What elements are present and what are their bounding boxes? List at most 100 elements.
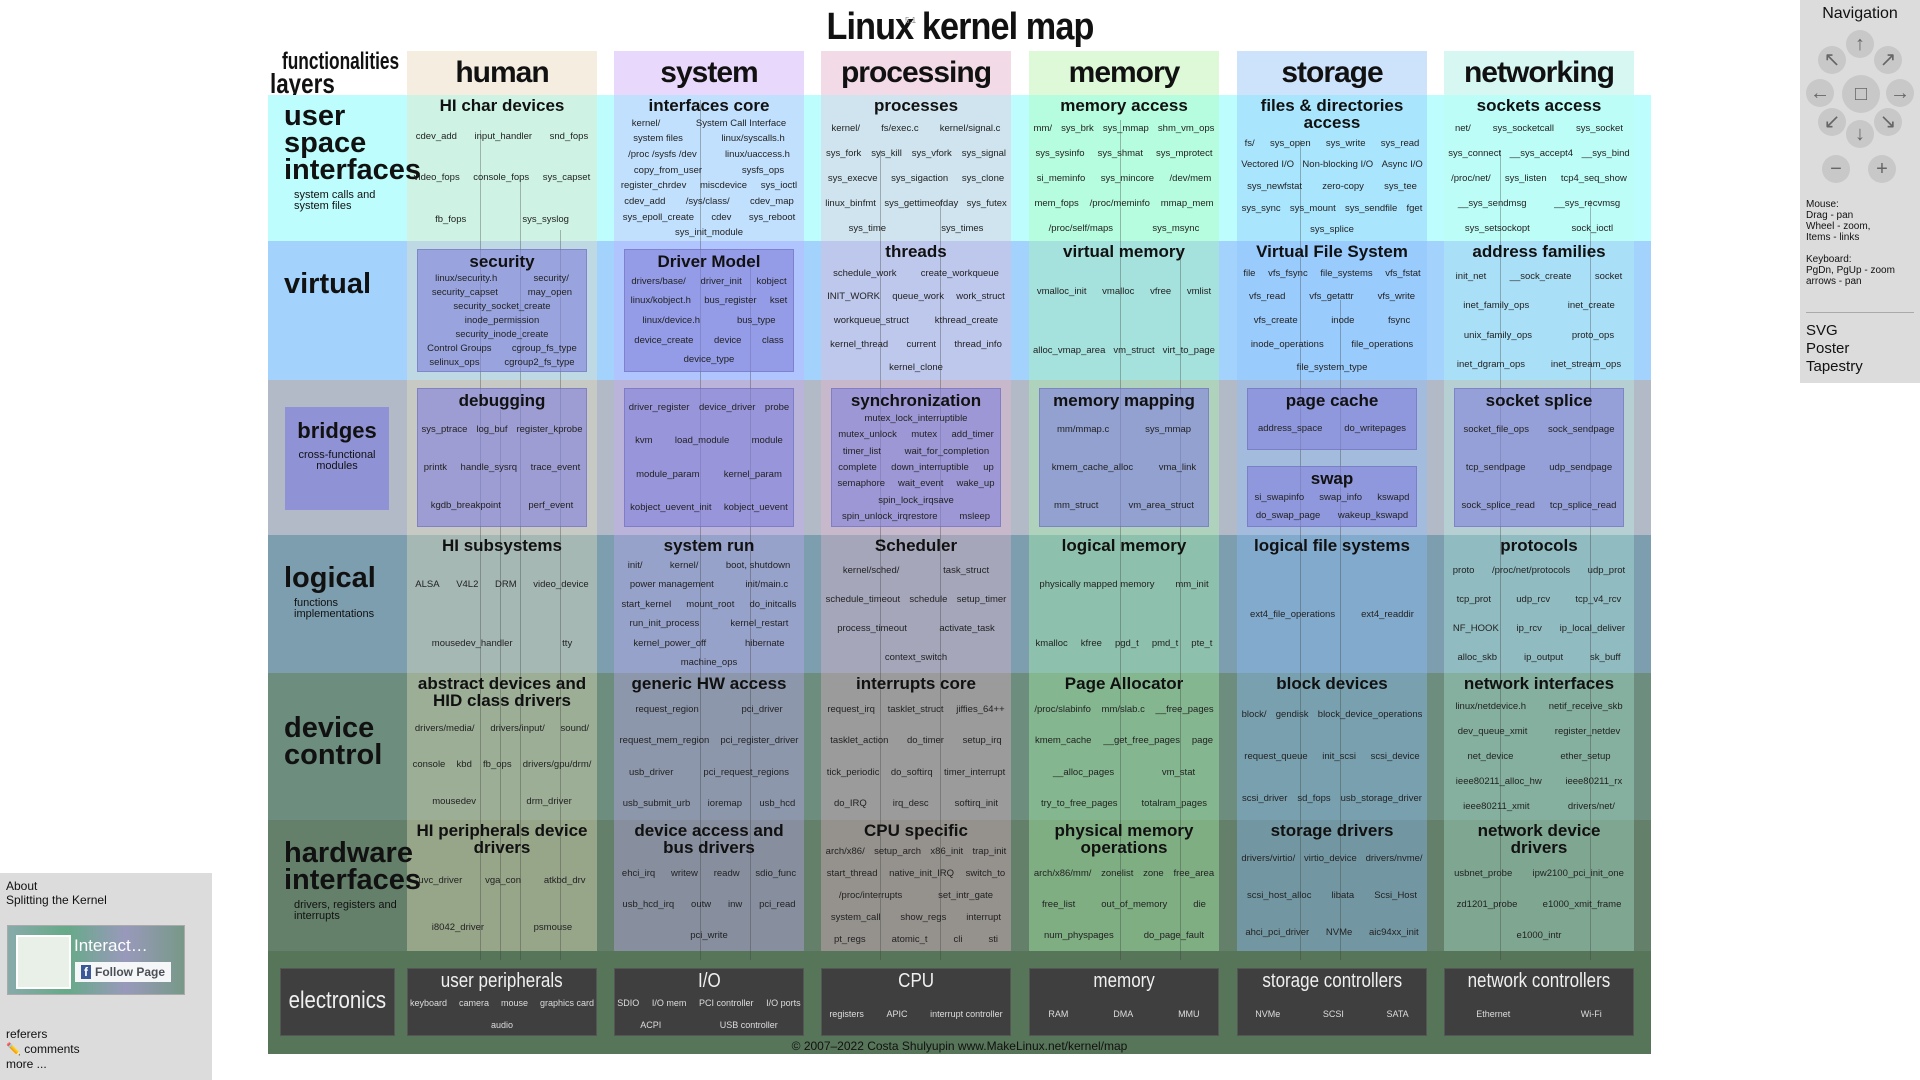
function-item[interactable]: mm/slab.c bbox=[1102, 704, 1145, 715]
function-item[interactable]: sys_socket bbox=[1576, 123, 1623, 134]
function-item[interactable]: sound/ bbox=[561, 723, 590, 734]
function-item[interactable]: fs/exec.c bbox=[881, 123, 919, 134]
function-item[interactable]: softirq_init bbox=[955, 798, 998, 809]
function-item[interactable]: page bbox=[1192, 735, 1213, 746]
function-item[interactable]: vfs_write bbox=[1378, 291, 1415, 302]
function-item[interactable]: device bbox=[714, 335, 741, 346]
function-item[interactable]: pci_request_regions bbox=[703, 767, 789, 778]
function-item[interactable]: __sys_recvmsg bbox=[1554, 198, 1620, 209]
function-item[interactable]: sys_socketcall bbox=[1493, 123, 1554, 134]
function-item[interactable]: usb_hcd bbox=[759, 798, 795, 809]
function-item[interactable]: linux/netdevice.h bbox=[1455, 701, 1526, 712]
function-item[interactable]: run_init_process bbox=[630, 618, 700, 629]
function-item[interactable]: sys_ioctl bbox=[761, 180, 797, 191]
function-item[interactable]: arch/x86/ bbox=[826, 846, 865, 857]
hardware-item[interactable]: camera bbox=[459, 998, 489, 1008]
function-item[interactable]: cdev_map bbox=[750, 196, 794, 207]
hardware-box[interactable]: network controllers Ethernet Wi-Fi bbox=[1444, 968, 1634, 1036]
function-item[interactable]: tcp_sendpage bbox=[1466, 462, 1526, 473]
function-item[interactable]: libata bbox=[1331, 890, 1354, 901]
hardware-item[interactable]: mouse bbox=[501, 998, 528, 1008]
function-item[interactable]: pmd_t bbox=[1152, 638, 1178, 649]
function-item[interactable]: linux/security.h bbox=[435, 273, 497, 284]
function-item[interactable]: aic94xx_init bbox=[1369, 927, 1419, 938]
hardware-item[interactable]: keyboard bbox=[410, 998, 447, 1008]
function-item[interactable]: sock_splice_read bbox=[1462, 500, 1535, 511]
function-item[interactable]: vm_stat bbox=[1162, 767, 1195, 778]
function-item[interactable]: pgd_t bbox=[1115, 638, 1139, 649]
function-item[interactable]: NVMe bbox=[1326, 927, 1352, 938]
function-item[interactable]: kbd bbox=[457, 759, 472, 770]
svg-link[interactable]: SVG bbox=[1806, 322, 1863, 340]
function-item[interactable]: cgroup2_fs_type bbox=[504, 357, 574, 368]
module-title[interactable]: abstract devices and HID class drivers bbox=[411, 675, 593, 709]
function-item[interactable]: sys_reboot bbox=[749, 212, 795, 223]
function-item[interactable]: x86_init bbox=[930, 846, 963, 857]
function-item[interactable]: virtio_device bbox=[1304, 853, 1357, 864]
function-item[interactable]: proto bbox=[1453, 565, 1475, 576]
function-item[interactable]: sti bbox=[988, 934, 998, 945]
module-title[interactable]: processes bbox=[874, 97, 958, 114]
function-item[interactable]: DRM bbox=[495, 579, 517, 590]
function-item[interactable]: do_IRQ bbox=[834, 798, 867, 809]
function-item[interactable]: drivers/gpu/drm/ bbox=[523, 759, 592, 770]
module-title[interactable]: security bbox=[469, 253, 534, 270]
function-item[interactable]: vma_link bbox=[1159, 462, 1197, 473]
hardware-item[interactable]: Wi-Fi bbox=[1581, 1009, 1602, 1019]
function-item[interactable]: inode bbox=[1331, 315, 1354, 326]
function-item[interactable]: kobject_uevent bbox=[724, 502, 788, 513]
function-item[interactable]: video_device bbox=[533, 579, 588, 590]
hardware-item[interactable]: PCI controller bbox=[699, 998, 754, 1008]
function-item[interactable]: create_workqueue bbox=[921, 268, 999, 279]
function-item[interactable]: kernel/signal.c bbox=[940, 123, 1001, 134]
function-item[interactable]: sys_execve bbox=[828, 173, 878, 184]
function-item[interactable]: inet_dgram_ops bbox=[1457, 359, 1525, 370]
function-item[interactable]: console bbox=[413, 759, 446, 770]
function-item[interactable]: inw bbox=[728, 899, 742, 910]
function-item[interactable]: sys_gettimeofday bbox=[884, 198, 958, 209]
function-item[interactable]: register_chrdev bbox=[621, 180, 686, 191]
function-item[interactable]: si_meminfo bbox=[1037, 173, 1086, 184]
function-item[interactable]: /proc /sysfs /dev bbox=[628, 149, 697, 160]
function-item[interactable]: perf_event bbox=[528, 500, 573, 511]
function-item[interactable]: kernel/ bbox=[670, 560, 699, 571]
function-item[interactable]: pci_write bbox=[690, 930, 728, 941]
referers-link[interactable]: referers bbox=[6, 1027, 47, 1041]
function-item[interactable]: do_initcalls bbox=[749, 599, 796, 610]
function-item[interactable]: sys_read bbox=[1381, 138, 1420, 149]
module-title[interactable]: CPU specific bbox=[864, 822, 968, 839]
function-item[interactable]: machine_ops bbox=[681, 657, 738, 668]
function-item[interactable]: queue_work bbox=[892, 291, 944, 302]
function-item[interactable]: selinux_ops bbox=[429, 357, 479, 368]
function-item[interactable]: vm_struct bbox=[1113, 345, 1154, 356]
module-title[interactable]: logical memory bbox=[1062, 537, 1187, 554]
function-item[interactable]: request_queue bbox=[1244, 751, 1307, 762]
function-item[interactable]: spin_lock_irqsave bbox=[878, 495, 954, 506]
function-item[interactable]: mutex bbox=[911, 429, 937, 440]
function-item[interactable]: proto_ops bbox=[1572, 330, 1614, 341]
function-item[interactable]: ipw2100_pci_init_one bbox=[1532, 868, 1623, 879]
function-item[interactable]: log_buf bbox=[476, 424, 507, 435]
function-item[interactable]: kmem_cache bbox=[1035, 735, 1092, 746]
hardware-item[interactable]: I/O ports bbox=[766, 998, 801, 1008]
function-item[interactable]: socket_file_ops bbox=[1463, 424, 1528, 435]
module-title[interactable]: Page Allocator bbox=[1065, 675, 1183, 692]
function-item[interactable]: module_param bbox=[636, 469, 699, 480]
module-title[interactable]: synchronization bbox=[851, 392, 981, 409]
function-item[interactable]: pci_read bbox=[759, 899, 795, 910]
tapestry-link[interactable]: Tapestry bbox=[1806, 358, 1863, 376]
pan-down-left-icon[interactable]: ↙ bbox=[1818, 108, 1846, 136]
function-item[interactable]: zonelist bbox=[1101, 868, 1133, 879]
function-item[interactable]: zone bbox=[1143, 868, 1164, 879]
function-item[interactable]: sys_shmat bbox=[1098, 148, 1143, 159]
function-item[interactable]: atkbd_drv bbox=[544, 875, 586, 886]
function-item[interactable]: mm/mmap.c bbox=[1057, 424, 1109, 435]
module-title[interactable]: system run bbox=[664, 537, 755, 554]
function-item[interactable]: V4L2 bbox=[456, 579, 478, 590]
function-item[interactable]: vfs_read bbox=[1249, 291, 1285, 302]
function-item[interactable]: fb_ops bbox=[483, 759, 512, 770]
hardware-box[interactable]: storage controllers NVMe SCSI SATA bbox=[1237, 968, 1427, 1036]
function-item[interactable]: sys_splice bbox=[1310, 224, 1354, 235]
function-item[interactable]: request_mem_region bbox=[620, 735, 710, 746]
follow-page-button[interactable]: f Follow Page bbox=[75, 962, 172, 982]
